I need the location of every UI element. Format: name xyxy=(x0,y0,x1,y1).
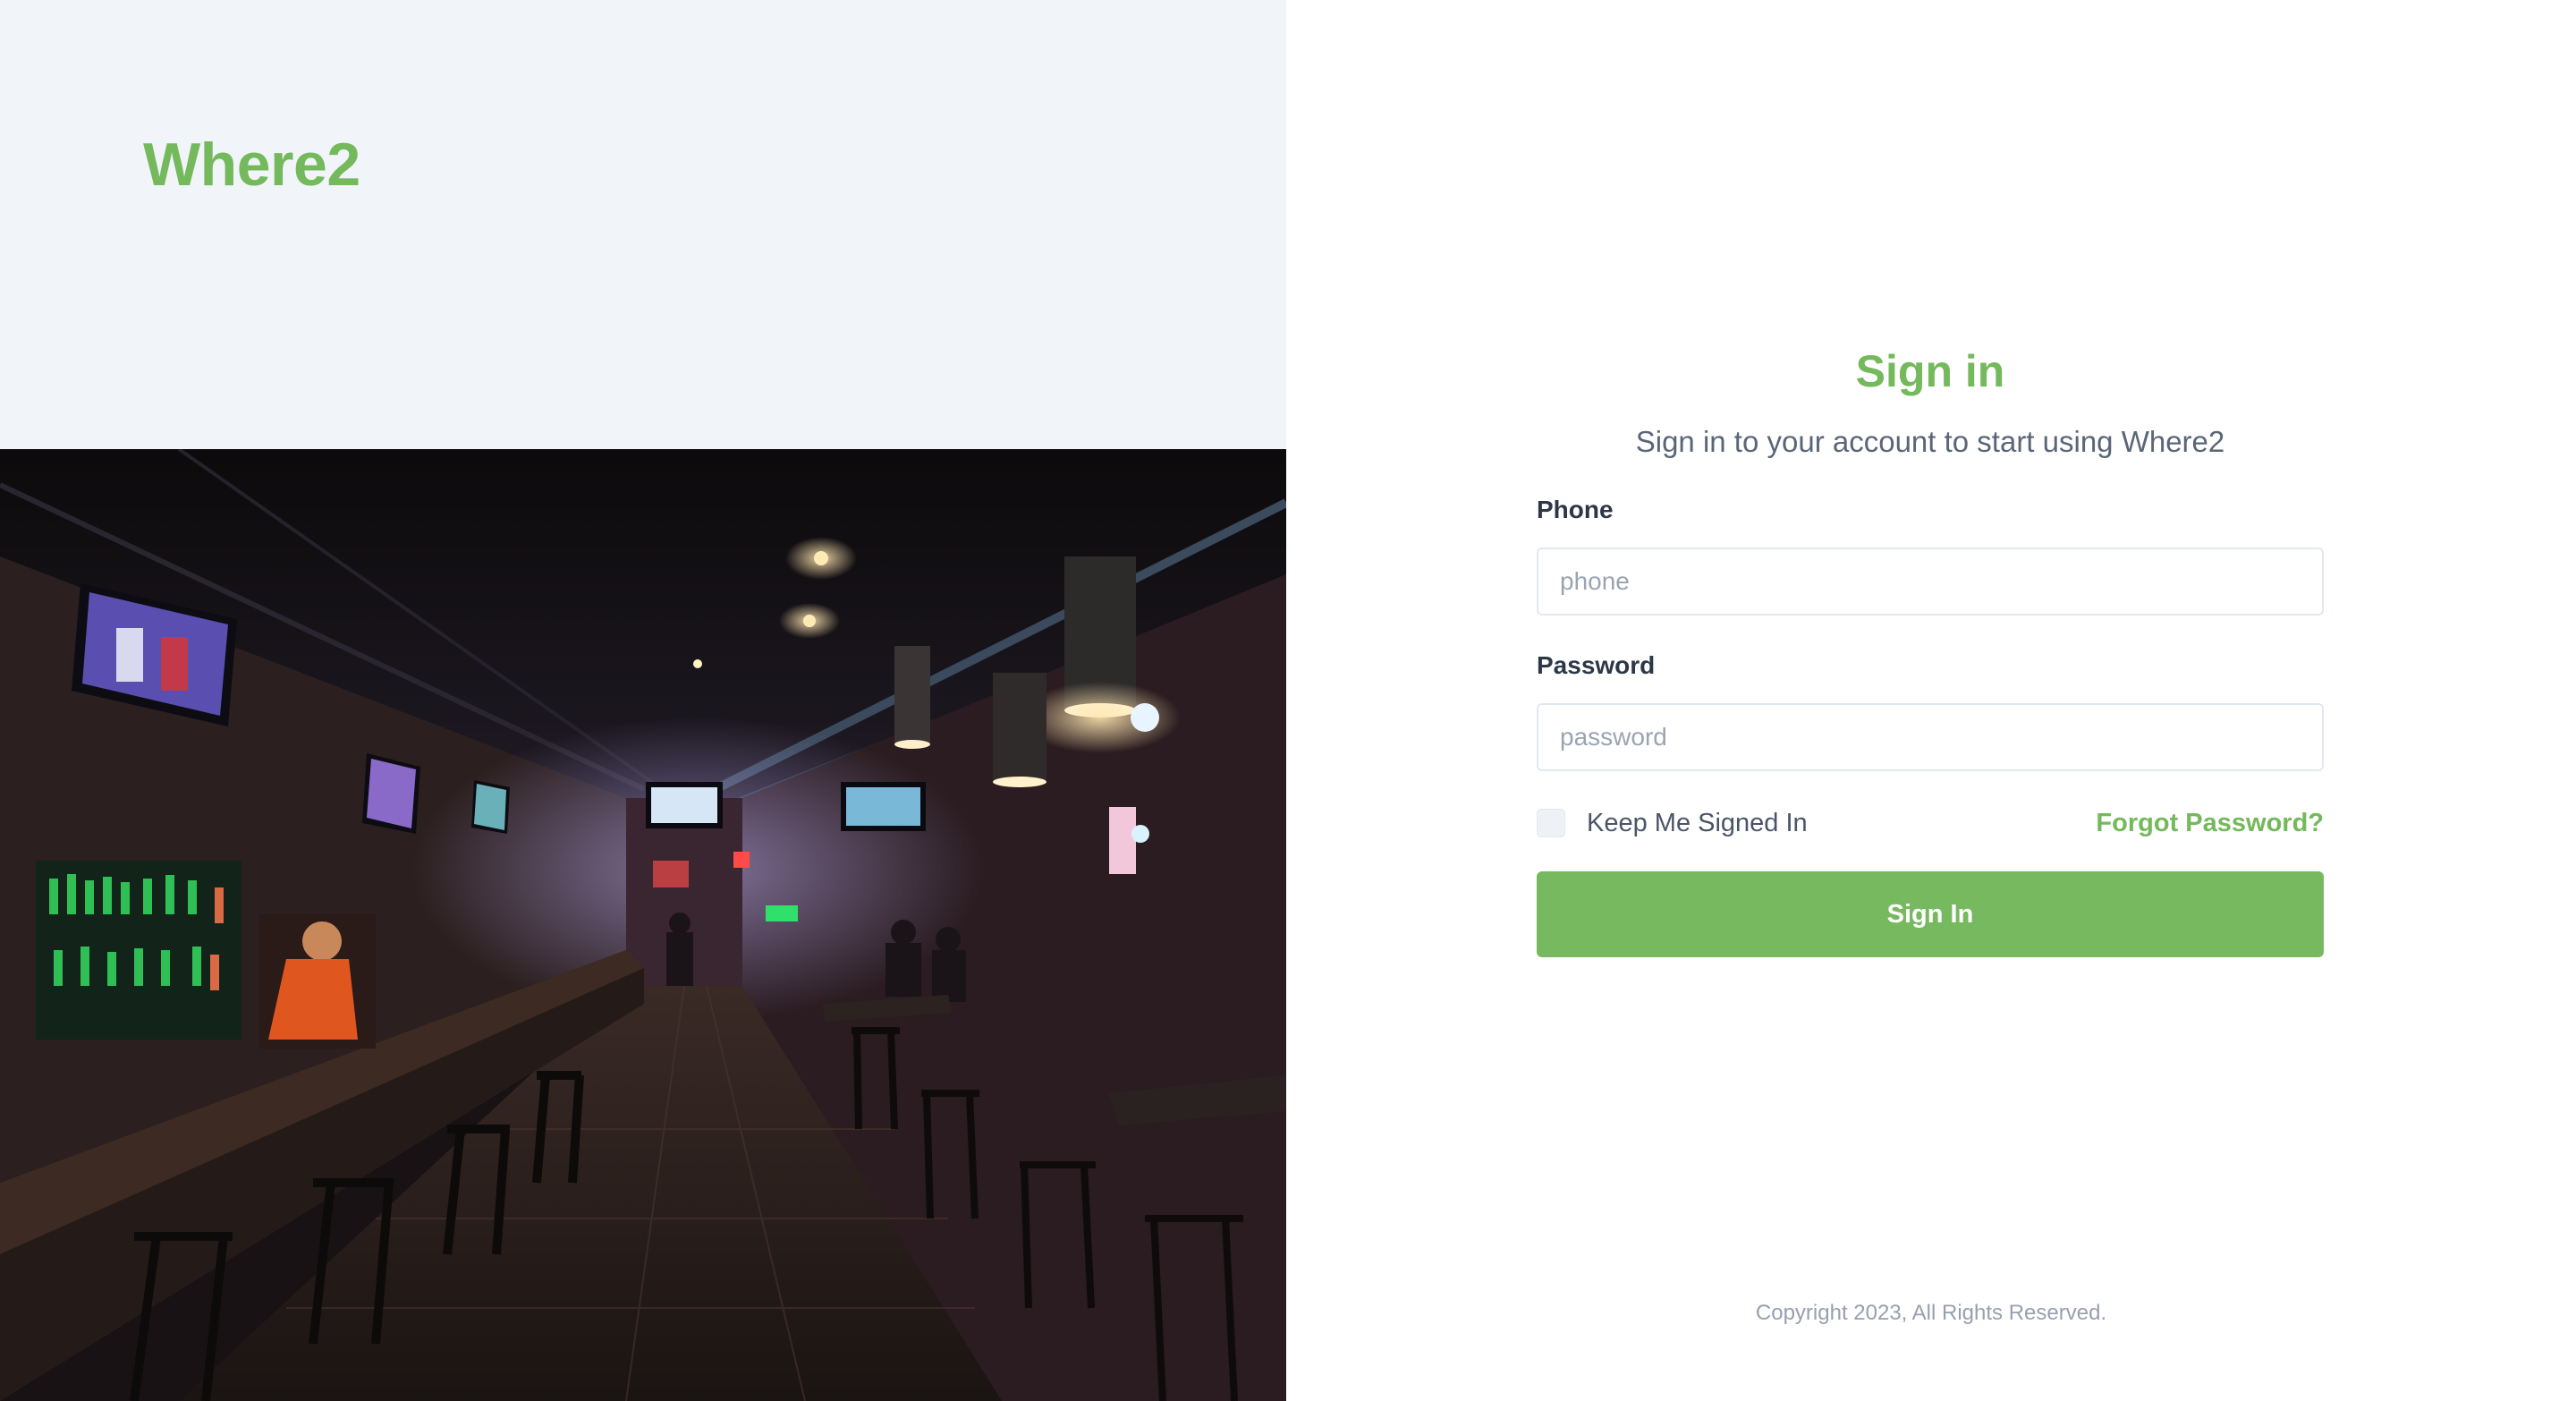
signin-form: Sign in Sign in to your account to start… xyxy=(1537,340,2324,957)
copyright-text: Copyright 2023, All Rights Reserved. xyxy=(1755,1301,2107,1325)
keep-signed-in-toggle[interactable]: Keep Me Signed In xyxy=(1537,809,1808,838)
password-label: Password xyxy=(1537,651,1656,679)
bar-interior-illustration xyxy=(0,449,1286,1401)
brand-logo: Where2 xyxy=(143,131,360,199)
phone-input[interactable] xyxy=(1537,548,2324,616)
password-input[interactable] xyxy=(1537,703,2324,771)
signin-subtitle: Sign in to your account to start using W… xyxy=(1635,425,2225,458)
keep-signed-in-checkbox[interactable] xyxy=(1537,809,1565,837)
keep-signed-in-label: Keep Me Signed In xyxy=(1587,808,1808,837)
signin-options-row: Keep Me Signed In Forgot Password? xyxy=(1537,805,2324,841)
hero-photo xyxy=(0,449,1286,1401)
brand-panel: Where2 xyxy=(0,0,1286,1401)
phone-label: Phone xyxy=(1537,496,1614,523)
forgot-password-link[interactable]: Forgot Password? xyxy=(2096,809,2324,838)
signin-title: Sign in xyxy=(1855,346,2005,396)
signin-panel: Sign in Sign in to your account to start… xyxy=(1286,0,2576,1401)
sign-in-button[interactable]: Sign In xyxy=(1537,871,2324,957)
